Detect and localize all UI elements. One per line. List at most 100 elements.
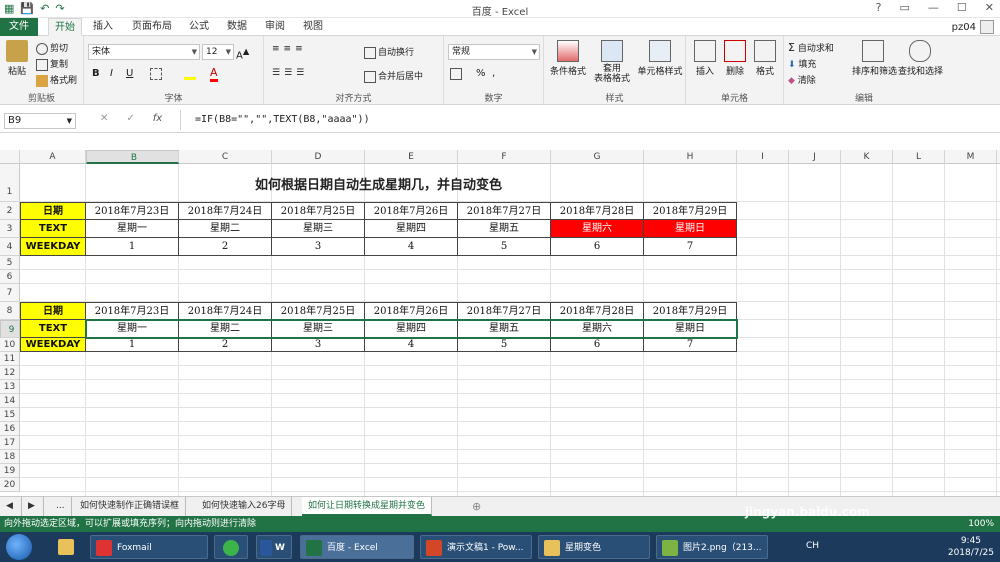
find-select-button[interactable]: 查找和选择 bbox=[898, 40, 943, 77]
weekday-cell[interactable]: 星期三 bbox=[272, 220, 365, 238]
border-button[interactable] bbox=[150, 68, 164, 80]
row-header-6[interactable]: 6 bbox=[0, 270, 20, 284]
column-header-b[interactable]: B bbox=[86, 150, 179, 164]
tab-data[interactable]: 数据 bbox=[220, 18, 254, 36]
weekday-cell[interactable]: 星期二 bbox=[179, 320, 272, 338]
conditional-format-button[interactable]: 条件格式 bbox=[548, 40, 588, 77]
tab-insert[interactable]: 插入 bbox=[86, 18, 120, 36]
weekday-cell[interactable]: 星期一 bbox=[86, 320, 179, 338]
fx-icon[interactable]: fx bbox=[153, 113, 162, 124]
date-cell[interactable]: 2018年7月29日 bbox=[644, 202, 737, 220]
tab-review[interactable]: 审阅 bbox=[258, 18, 292, 36]
date-cell[interactable]: 2018年7月25日 bbox=[272, 302, 365, 320]
tab-formulas[interactable]: 公式 bbox=[182, 18, 216, 36]
label-cell-weekday[interactable]: WEEKDAY bbox=[20, 338, 86, 352]
column-header-k[interactable]: K bbox=[841, 150, 893, 164]
date-cell[interactable]: 2018年7月23日 bbox=[86, 302, 179, 320]
add-sheet-icon[interactable]: ⊕ bbox=[466, 497, 487, 516]
scroll-next-sheet-button[interactable]: ▶ bbox=[22, 497, 44, 516]
weekday-cell[interactable]: 星期六 bbox=[551, 320, 644, 338]
formula-input[interactable]: =IF(B8="","",TEXT(B8,"aaaa")) bbox=[180, 110, 996, 130]
label-cell-date[interactable]: 日期 bbox=[20, 202, 86, 220]
weekday-number-cell[interactable]: 7 bbox=[644, 238, 737, 256]
row-header-19[interactable]: 19 bbox=[0, 464, 20, 478]
row-header-15[interactable]: 15 bbox=[0, 408, 20, 422]
minimize-icon[interactable]: — bbox=[928, 1, 939, 14]
column-header-g[interactable]: G bbox=[551, 150, 644, 164]
row-header-11[interactable]: 11 bbox=[0, 352, 20, 366]
weekday-number-cell[interactable]: 7 bbox=[644, 338, 737, 352]
clear-button[interactable]: ◆ 清除 bbox=[788, 73, 816, 86]
row-header-17[interactable]: 17 bbox=[0, 436, 20, 450]
row-header-8[interactable]: 8 bbox=[0, 302, 20, 320]
sort-filter-button[interactable]: 排序和筛选 bbox=[852, 40, 897, 77]
format-cells-button[interactable]: 格式 bbox=[752, 40, 778, 77]
date-cell[interactable]: 2018年7月27日 bbox=[458, 202, 551, 220]
percent-button[interactable]: % bbox=[476, 68, 486, 79]
date-cell[interactable]: 2018年7月27日 bbox=[458, 302, 551, 320]
bold-button[interactable]: B bbox=[92, 68, 100, 79]
sheet-tab-1[interactable]: 如何快速制作正确错误框 bbox=[74, 497, 187, 516]
tab-home[interactable]: 开始 bbox=[48, 18, 82, 36]
user-account[interactable]: pz04 bbox=[952, 20, 994, 34]
row-header-7[interactable]: 7 bbox=[0, 284, 20, 302]
font-size-select[interactable]: 12 ▼ bbox=[202, 44, 234, 60]
zoom-level[interactable]: 100% bbox=[968, 516, 994, 532]
date-cell[interactable]: 2018年7月25日 bbox=[272, 202, 365, 220]
weekday-number-cell[interactable]: 3 bbox=[272, 238, 365, 256]
column-header-e[interactable]: E bbox=[365, 150, 458, 164]
maximize-icon[interactable]: ☐ bbox=[957, 1, 967, 14]
delete-cells-button[interactable]: 删除 bbox=[722, 40, 748, 77]
taskbar-powerpoint[interactable]: 演示文稿1 - Pow... bbox=[420, 535, 532, 559]
spreadsheet-grid[interactable]: ABCDEFGHIJKLM 1 2 3 4 5 6 7 8 9 10 11 12 13 14 15 16 17 1… bbox=[0, 150, 1000, 496]
weekday-number-cell[interactable]: 4 bbox=[365, 338, 458, 352]
column-header-i[interactable]: I bbox=[737, 150, 789, 164]
system-clock[interactable]: 9:45 2018/7/25 bbox=[948, 535, 994, 559]
weekday-cell[interactable]: 星期日 bbox=[644, 320, 737, 338]
sheet-tab-more[interactable]: ... bbox=[50, 497, 72, 516]
number-format-select[interactable]: 常规 ▼ bbox=[448, 44, 540, 60]
row-header-18[interactable]: 18 bbox=[0, 450, 20, 464]
date-cell[interactable]: 2018年7月23日 bbox=[86, 202, 179, 220]
taskbar-foxmail[interactable]: Foxmail bbox=[90, 535, 208, 559]
date-cell[interactable]: 2018年7月24日 bbox=[179, 202, 272, 220]
row-header-1[interactable]: 1 bbox=[0, 164, 20, 202]
underline-button[interactable]: U bbox=[126, 68, 133, 79]
close-icon[interactable]: ✕ bbox=[985, 1, 994, 14]
weekday-cell[interactable]: 星期一 bbox=[86, 220, 179, 238]
language-indicator[interactable]: CH bbox=[806, 541, 819, 551]
weekday-cell[interactable]: 星期四 bbox=[365, 320, 458, 338]
tab-page-layout[interactable]: 页面布局 bbox=[126, 18, 178, 36]
taskbar-folder-button[interactable] bbox=[48, 535, 84, 559]
select-all-corner[interactable] bbox=[0, 150, 20, 164]
row-header-5[interactable]: 5 bbox=[0, 256, 20, 270]
sheet-tab-active[interactable]: 如何让日期转换成星期并变色 bbox=[302, 497, 433, 516]
date-cell[interactable]: 2018年7月28日 bbox=[551, 202, 644, 220]
row-header-12[interactable]: 12 bbox=[0, 366, 20, 380]
taskbar-folder-window[interactable]: 星期变色 bbox=[538, 535, 650, 559]
taskbar-image-viewer[interactable]: 图片2.png（213... bbox=[656, 535, 768, 559]
column-header-c[interactable]: C bbox=[179, 150, 272, 164]
currency-button[interactable] bbox=[450, 68, 464, 80]
comma-button[interactable]: , bbox=[492, 68, 495, 79]
wrap-text-button[interactable]: 自动换行 bbox=[364, 45, 414, 59]
label-cell-text[interactable]: TEXT bbox=[20, 320, 86, 338]
cut-button[interactable]: 剪切 bbox=[36, 41, 68, 55]
font-name-select[interactable]: 宋体 ▼ bbox=[88, 44, 200, 60]
tab-file[interactable]: 文件 bbox=[0, 18, 38, 36]
row-header-2[interactable]: 2 bbox=[0, 202, 20, 220]
ribbon-display-icon[interactable]: ▭ bbox=[900, 1, 910, 14]
column-header-h[interactable]: H bbox=[644, 150, 737, 164]
date-cell[interactable]: 2018年7月28日 bbox=[551, 302, 644, 320]
vertical-align-buttons[interactable]: ≡≡≡ bbox=[272, 44, 307, 54]
weekday-cell[interactable]: 星期四 bbox=[365, 220, 458, 238]
start-button[interactable] bbox=[6, 534, 32, 560]
row-header-3[interactable]: 3 bbox=[0, 220, 20, 238]
format-as-table-button[interactable]: 套用 表格格式 bbox=[592, 40, 632, 84]
weekday-number-cell[interactable]: 6 bbox=[551, 338, 644, 352]
row-header-16[interactable]: 16 bbox=[0, 422, 20, 436]
italic-button[interactable]: I bbox=[110, 68, 113, 79]
weekday-number-cell[interactable]: 2 bbox=[179, 338, 272, 352]
autosum-button[interactable]: Σ 自动求和 bbox=[788, 41, 834, 54]
date-cell[interactable]: 2018年7月24日 bbox=[179, 302, 272, 320]
